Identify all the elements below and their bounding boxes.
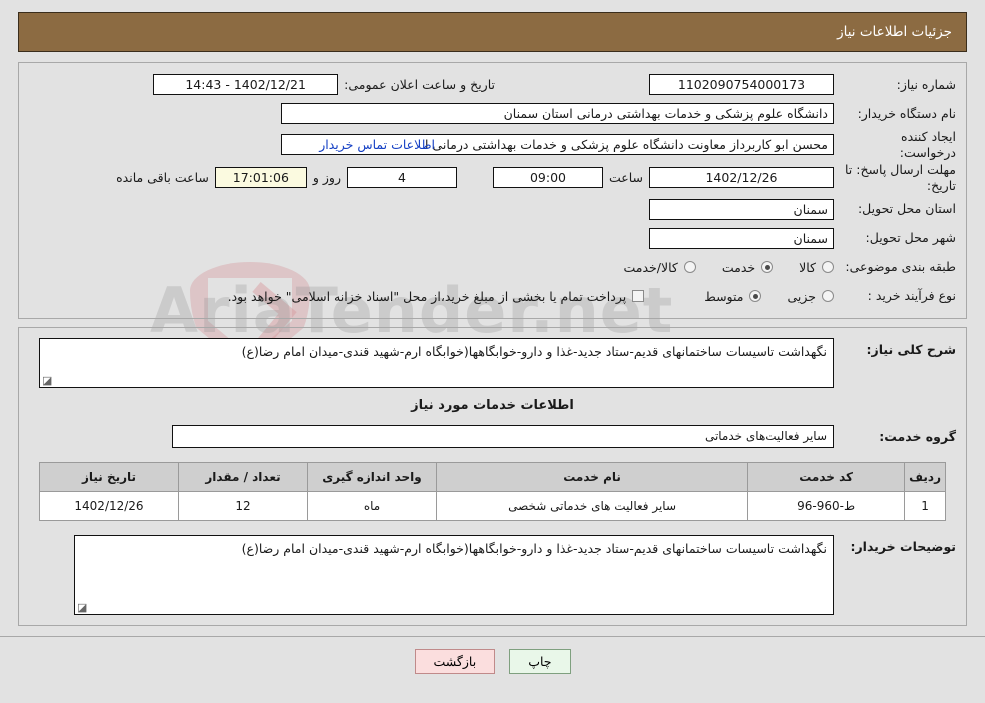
cell-unit: ماه (307, 490, 437, 521)
buyer-org-field[interactable]: دانشگاه علوم پزشکی و خدمات بهداشتی درمان… (281, 103, 834, 124)
table-row: 1 ط-960-96 سایر فعالیت های خدماتی شخصی م… (39, 490, 946, 521)
province-label: استان محل تحویل: (857, 201, 956, 217)
deadline-days-field[interactable]: 4 (346, 167, 457, 189)
resize-grip-icon-description[interactable]: ◪ (42, 375, 52, 386)
th-service-code: کد خدمت (747, 461, 906, 492)
radio-icon-goods-service[interactable] (683, 261, 696, 273)
page-title: جزئیات اطلاعات نیاز (837, 24, 952, 40)
islamic-treasury-checkbox-row[interactable]: پرداخت تمام یا بخشی از مبلغ خرید،از محل … (228, 289, 645, 304)
cell-service-name: سایر فعالیت های خدماتی شخصی (435, 490, 749, 521)
deadline-countdown-suffix: ساعت باقی مانده (116, 170, 209, 186)
print-button[interactable]: چاپ (509, 648, 571, 674)
row-deadline: مهلت ارسال پاسخ: تا تاریخ: 1402/12/26 سا… (29, 162, 956, 193)
city-label: شهر محل تحویل: (865, 230, 956, 246)
row-service-group: گروه خدمت: سایر فعالیت‌های خدماتی (29, 424, 956, 448)
th-service-name: نام خدمت (435, 461, 749, 492)
buyer-notes-textarea[interactable]: نگهداشت تاسیسات ساختمانهای قدیم-ستاد جدی… (74, 534, 834, 615)
radio-icon-minor[interactable] (822, 290, 834, 302)
services-section-heading: اطلاعات خدمات مورد نیاز (411, 397, 574, 413)
category-label: طبقه بندی موضوعی: (845, 259, 956, 275)
need-summary-panel: شماره نیاز: 1102090754000173 تاریخ و ساع… (18, 62, 967, 319)
category-option-service-label: خدمت (721, 259, 756, 275)
th-radif: ردیف (904, 461, 946, 492)
cell-need-date: 1402/12/26 (39, 490, 179, 521)
need-number-label: شماره نیاز: (896, 76, 956, 92)
cell-quantity: 12 (178, 490, 308, 521)
page-header-bar: جزئیات اطلاعات نیاز (18, 12, 967, 52)
back-button[interactable]: بازگشت (414, 648, 496, 674)
category-option-goods-label: کالا (799, 259, 816, 275)
creator-label: ایجاد کننده درخواست: (899, 129, 956, 160)
radio-icon-medium[interactable] (749, 290, 762, 302)
radio-icon-goods[interactable] (822, 261, 834, 273)
process-option-medium-label: متوسط (704, 288, 744, 304)
province-field[interactable]: سمنان (649, 198, 834, 220)
announce-datetime-field[interactable]: 1402/12/21 - 14:43 (153, 74, 339, 95)
deadline-date-field[interactable]: 1402/12/26 (649, 167, 834, 189)
cell-service-code: ط-960-96 (747, 490, 906, 521)
category-option-service[interactable]: خدمت (721, 259, 774, 275)
row-buyer-org: نام دستگاه خریدار: دانشگاه علوم پزشکی و … (29, 100, 956, 127)
row-province: استان محل تحویل: سمنان (29, 196, 956, 223)
need-number-field[interactable]: 1102090754000173 (649, 74, 834, 95)
general-description-textarea[interactable]: نگهداشت تاسیسات ساختمانهای قدیم-ستاد جدی… (39, 337, 834, 388)
deadline-days-suffix: روز و (312, 170, 341, 186)
category-option-goods-service-label: کالا/خدمت (623, 259, 678, 275)
process-type-label: نوع فرآیند خرید : (867, 288, 956, 304)
service-group-label: گروه خدمت: (879, 428, 956, 444)
general-description-label: شرح کلی نیاز: (866, 341, 956, 357)
footer-button-bar: چاپ بازگشت (0, 637, 985, 674)
row-need-number: شماره نیاز: 1102090754000173 تاریخ و ساع… (29, 71, 956, 98)
general-description-text: نگهداشت تاسیسات ساختمانهای قدیم-ستاد جدی… (241, 343, 827, 359)
city-field[interactable]: سمنان (649, 227, 834, 249)
buyer-org-label: نام دستگاه خریدار: (857, 105, 956, 121)
page-root: جزئیات اطلاعات نیاز شماره نیاز: 11020907… (0, 12, 985, 674)
row-general-description: شرح کلی نیاز: نگهداشت تاسیسات ساختمانهای… (29, 337, 956, 388)
announce-datetime-label: تاریخ و ساعت اعلان عمومی: (344, 77, 495, 92)
deadline-countdown-field: 17:01:06 (214, 167, 307, 189)
service-details-panel: شرح کلی نیاز: نگهداشت تاسیسات ساختمانهای… (18, 326, 967, 626)
buyer-contact-link[interactable]: اطلاعات تماس خریدار (313, 137, 441, 152)
table-header-row: ردیف کد خدمت نام خدمت واحد اندازه گیری ت… (39, 461, 946, 492)
items-table-wrap: ردیف کد خدمت نام خدمت واحد اندازه گیری ت… (39, 461, 946, 521)
process-option-medium[interactable]: متوسط (704, 288, 762, 304)
th-quantity: تعداد / مقدار (178, 461, 308, 492)
deadline-time-label: ساعت (608, 170, 643, 186)
service-group-field[interactable]: سایر فعالیت‌های خدماتی (172, 424, 834, 448)
deadline-time-field[interactable]: 09:00 (492, 167, 603, 189)
radio-icon-service[interactable] (761, 261, 774, 273)
row-buyer-notes: توضیحات خریدار: نگهداشت تاسیسات ساختمانه… (29, 534, 956, 615)
th-unit: واحد اندازه گیری (307, 461, 437, 492)
cell-radif: 1 (904, 490, 946, 521)
buyer-notes-text: نگهداشت تاسیسات ساختمانهای قدیم-ستاد جدی… (241, 540, 827, 556)
islamic-treasury-label: پرداخت تمام یا بخشی از مبلغ خرید،از محل … (227, 288, 627, 304)
row-creator: ایجاد کننده درخواست: محسن ابو کاربرداز م… (29, 129, 956, 160)
th-need-date: تاریخ نیاز (39, 461, 179, 492)
row-city: شهر محل تحویل: سمنان (29, 225, 956, 252)
row-process-type: نوع فرآیند خرید : جزیی متوسط پرداخت تمام… (29, 283, 956, 310)
deadline-label: مهلت ارسال پاسخ: تا تاریخ: (845, 162, 956, 193)
row-category: طبقه بندی موضوعی: کالا خدمت کالا/خدمت (29, 254, 956, 281)
buyer-notes-label: توضیحات خریدار: (850, 538, 956, 554)
category-option-goods-service[interactable]: کالا/خدمت (623, 259, 696, 275)
process-option-minor-label: جزیی (787, 288, 816, 304)
process-option-minor[interactable]: جزیی (787, 289, 834, 304)
items-table: ردیف کد خدمت نام خدمت واحد اندازه گیری ت… (39, 461, 946, 521)
category-option-goods[interactable]: کالا (799, 260, 834, 275)
resize-grip-icon-notes[interactable]: ◪ (77, 602, 87, 613)
checkbox-icon-islamic-treasury[interactable] (632, 290, 645, 302)
